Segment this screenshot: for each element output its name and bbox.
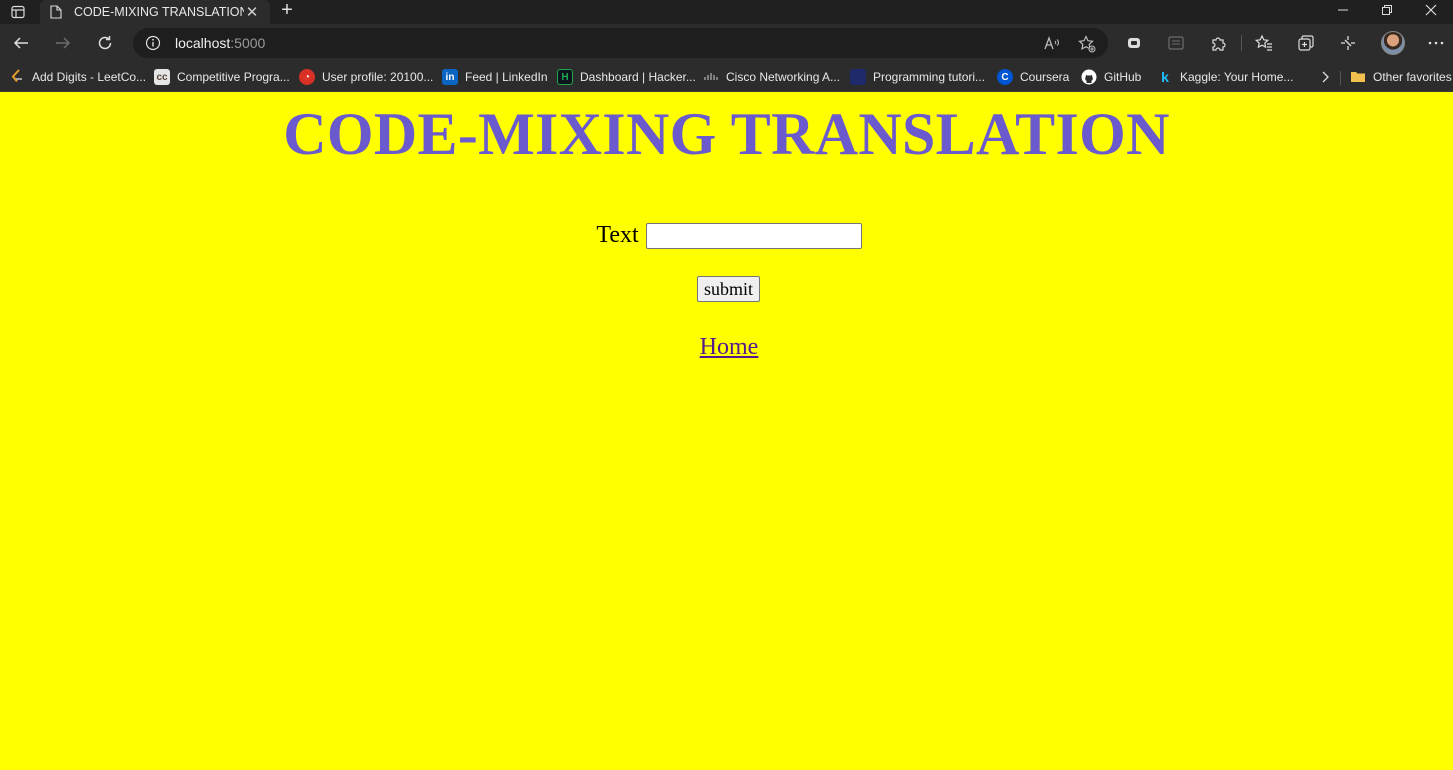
extensions-puzzle-icon[interactable]	[1208, 33, 1228, 53]
favorite-item[interactable]: GitHub	[1081, 67, 1141, 87]
submit-button[interactable]: submit	[697, 276, 760, 302]
extension-icon[interactable]	[1124, 33, 1144, 53]
page-content: CODE-MIXING TRANSLATION Text submit Home	[0, 92, 1453, 770]
favorite-item[interactable]: Programming tutori...	[850, 67, 985, 87]
favorite-item[interactable]: Add Digits - LeetCo...	[9, 67, 146, 87]
url-host: localhost	[175, 35, 231, 51]
github-icon	[1081, 69, 1097, 85]
toolbar-divider	[1241, 35, 1242, 51]
hackerrank-icon: H	[557, 69, 573, 85]
refresh-icon[interactable]	[92, 30, 118, 56]
read-aloud-icon[interactable]	[1043, 35, 1061, 53]
restore-icon[interactable]	[1365, 0, 1409, 20]
favorite-label: Cisco Networking A...	[726, 70, 841, 84]
favorite-item[interactable]: cc Competitive Progra...	[154, 67, 290, 87]
url-port: :5000	[230, 35, 266, 51]
other-favorites-label: Other favorites	[1373, 70, 1452, 84]
favorite-label: User profile: 20100...	[322, 70, 434, 84]
reading-view-icon[interactable]	[1166, 33, 1186, 53]
window-controls	[1321, 0, 1453, 20]
tutorial-icon	[850, 69, 866, 85]
tab-strip: CODE-MIXING TRANSLATION ✕ +	[0, 0, 1453, 24]
home-link[interactable]: Home	[0, 334, 1453, 361]
linkedin-icon: in	[442, 69, 458, 85]
tab-close-icon[interactable]: ✕	[244, 3, 260, 21]
forward-icon[interactable]	[50, 30, 76, 56]
favorite-label: GitHub	[1104, 70, 1142, 84]
favorite-label: Competitive Progra...	[177, 70, 290, 84]
favorite-label: Dashboard | Hacker...	[580, 70, 696, 84]
profile-icon: ◔	[299, 69, 315, 85]
favorites-icon[interactable]	[1254, 33, 1274, 53]
favorite-label: Kaggle: Your Home...	[1180, 70, 1294, 84]
coursera-icon: C	[997, 69, 1013, 85]
favorite-item[interactable]: k Kaggle: Your Home...	[1157, 67, 1293, 87]
site-info-icon[interactable]	[145, 35, 161, 51]
favorites-bar: Add Digits - LeetCo... cc Competitive Pr…	[0, 62, 1453, 92]
collections-icon[interactable]	[1296, 33, 1316, 53]
chevron-right-icon[interactable]	[1316, 67, 1334, 87]
minimize-icon[interactable]	[1321, 0, 1365, 20]
page-title: CODE-MIXING TRANSLATION	[283, 101, 1170, 167]
new-tab-icon[interactable]: +	[276, 0, 298, 22]
cisco-icon	[703, 69, 719, 85]
other-favorites[interactable]: Other favorites	[1350, 67, 1452, 87]
leetcode-icon	[9, 69, 25, 85]
browser-tab[interactable]: CODE-MIXING TRANSLATION ✕	[40, 0, 270, 24]
profile-avatar[interactable]	[1381, 31, 1405, 55]
favorite-item[interactable]: ◔ User profile: 20100...	[299, 67, 433, 87]
favorite-item[interactable]: Cisco Networking A...	[703, 67, 840, 87]
url-text: localhost:5000	[175, 35, 265, 51]
favorite-item[interactable]: in Feed | LinkedIn	[442, 67, 548, 87]
tab-title: CODE-MIXING TRANSLATION	[74, 5, 244, 19]
copilot-icon[interactable]	[1338, 33, 1358, 53]
add-favorite-icon[interactable]	[1078, 35, 1096, 53]
tab-actions-icon[interactable]	[8, 2, 28, 22]
address-bar[interactable]: localhost:5000	[133, 28, 1108, 58]
close-window-icon[interactable]	[1409, 0, 1453, 20]
address-toolbar: localhost:5000	[0, 24, 1453, 62]
page-icon	[50, 5, 62, 19]
text-form-row: Text	[0, 222, 1453, 249]
text-input[interactable]	[645, 222, 862, 249]
favorite-item[interactable]: H Dashboard | Hacker...	[557, 67, 696, 87]
codechef-icon: cc	[154, 69, 170, 85]
back-icon[interactable]	[8, 30, 34, 56]
kaggle-icon: k	[1161, 69, 1169, 85]
text-label: Text	[596, 222, 639, 248]
favorite-label: Coursera	[1020, 70, 1070, 84]
favorite-item[interactable]: C Coursera	[997, 67, 1069, 87]
favorite-label: Feed | LinkedIn	[465, 70, 548, 84]
favorites-divider	[1340, 71, 1341, 85]
more-menu-icon[interactable]	[1426, 33, 1446, 53]
favorite-label: Programming tutori...	[873, 70, 986, 84]
folder-icon	[1350, 69, 1366, 85]
favorite-label: Add Digits - LeetCo...	[32, 70, 147, 84]
